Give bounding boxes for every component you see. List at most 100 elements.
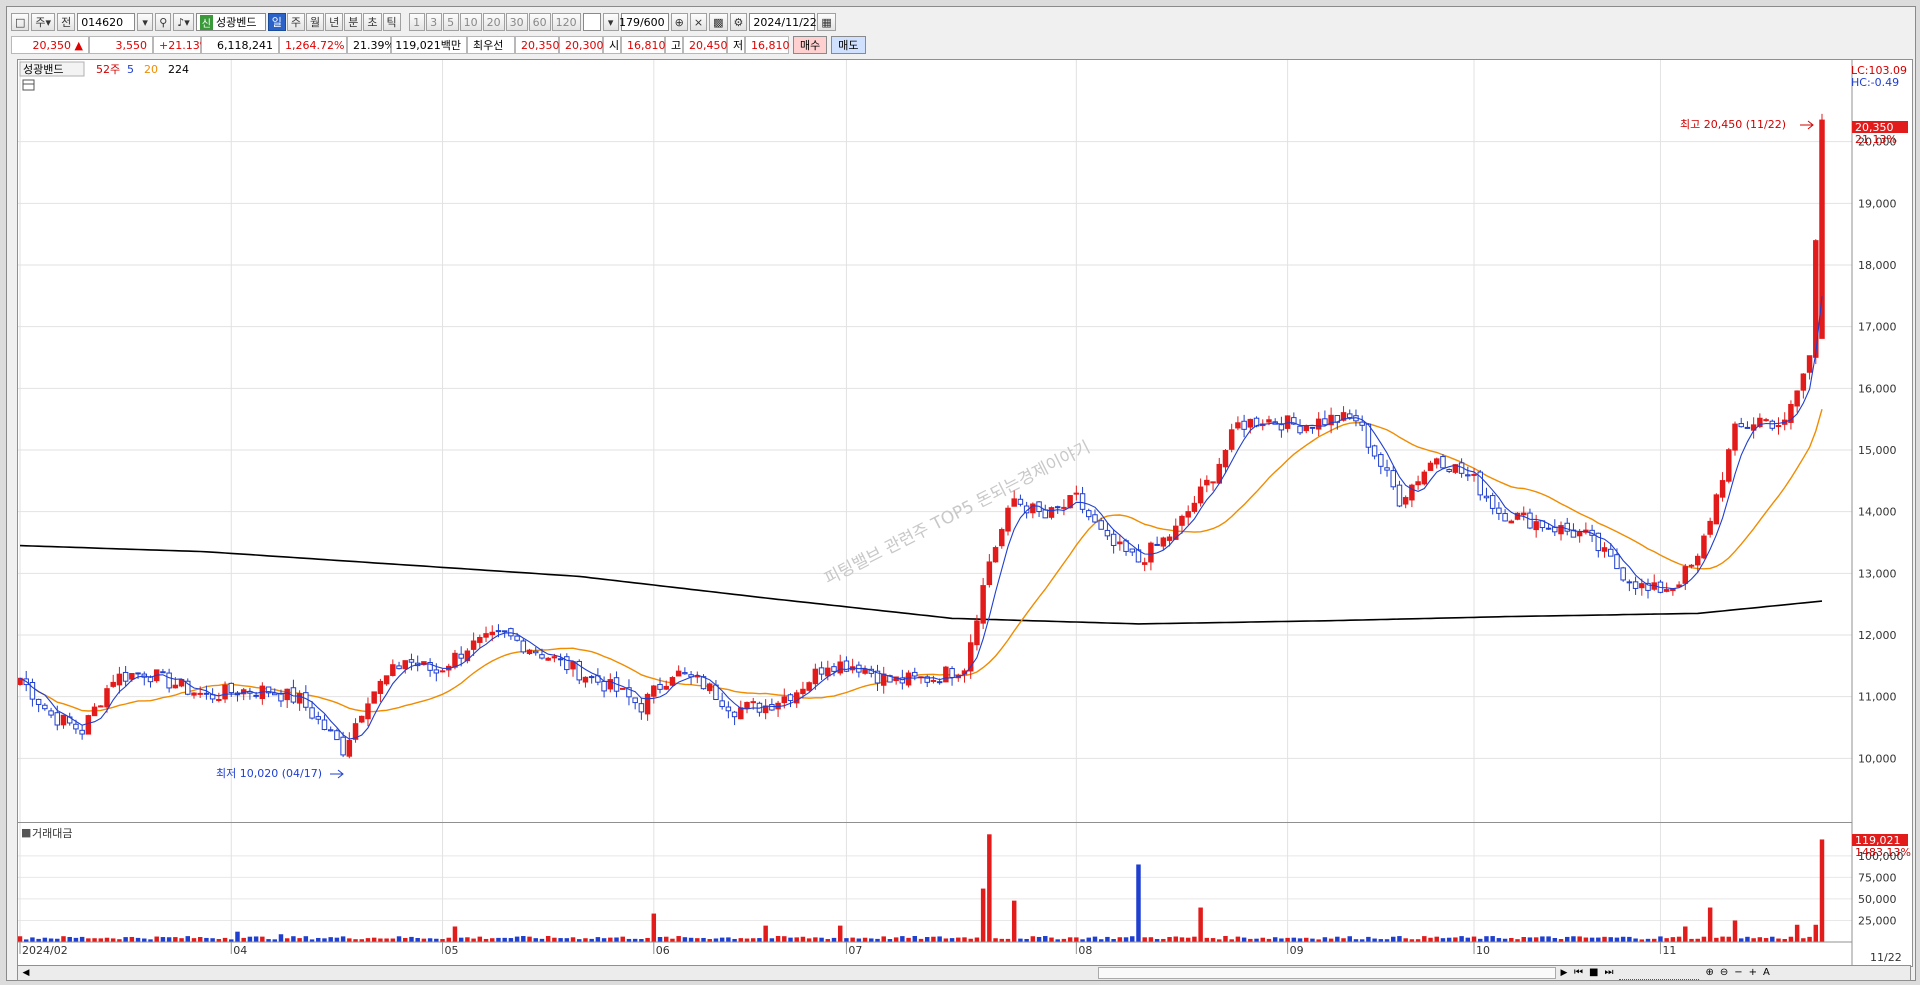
volume-bar — [850, 937, 855, 942]
period-tab-1[interactable]: 주 — [286, 13, 306, 31]
volume-bar — [1496, 938, 1502, 942]
search-icon[interactable]: ⚲ — [155, 13, 172, 31]
candle-body — [98, 705, 104, 708]
volume-bar — [1105, 936, 1110, 942]
hc-label: HC:-0.49 — [1851, 76, 1899, 89]
volume-bar — [1210, 938, 1216, 942]
volume-bar — [956, 937, 961, 942]
stop-icon[interactable]: ■ — [1589, 966, 1598, 980]
volume-bar — [676, 936, 681, 942]
candle-body — [1154, 543, 1160, 546]
zoom-in-icon[interactable]: ⊕ — [1705, 966, 1713, 980]
interval-tab-5[interactable]: 5 — [442, 13, 459, 31]
candle-body — [402, 660, 408, 670]
volume-bar — [1453, 937, 1458, 942]
candle-body — [1489, 495, 1496, 509]
save-icon[interactable]: ▩ — [709, 13, 728, 31]
sell-button[interactable]: 매도 — [831, 36, 866, 54]
interval-tab-1[interactable]: 1 — [408, 13, 425, 31]
zoom-icon[interactable]: ⊕ — [670, 13, 688, 31]
candle-body — [1427, 462, 1434, 471]
type-select[interactable]: 주 ▾ — [31, 13, 56, 31]
candle-body — [1527, 512, 1533, 529]
candle-body — [731, 711, 738, 718]
x-tick-label: 10 — [1476, 944, 1490, 957]
scroll-thumb[interactable] — [1098, 967, 1556, 979]
volume-bar — [1086, 937, 1092, 942]
table-toggle-icon[interactable] — [22, 79, 35, 91]
gear-icon[interactable]: ⚙ — [729, 13, 748, 31]
stock-code-input[interactable]: 014620 — [77, 13, 136, 31]
price-chart-svg[interactable]: 피팅밸브 관련주 TOP5 돈되는경제이야기 10,00011,00012,00… — [17, 60, 1912, 966]
candle-body — [601, 680, 607, 692]
interval-tab-60[interactable]: 60 — [528, 13, 551, 31]
stock-name-field[interactable]: 신 성광벤드 — [195, 13, 266, 31]
interval-input[interactable] — [582, 13, 601, 31]
calendar-icon[interactable]: ▦ — [817, 13, 836, 31]
buy-button[interactable]: 매수 — [793, 36, 828, 54]
period-tab-4[interactable]: 분 — [344, 13, 363, 31]
candle-body — [1309, 426, 1316, 429]
code-dropdown-icon[interactable]: ▾ — [137, 13, 154, 31]
volume-bar — [949, 938, 955, 942]
period-tab-0[interactable]: 일 — [267, 13, 286, 31]
candle-body — [800, 688, 806, 695]
period-tab-3[interactable]: 년 — [325, 13, 344, 31]
candle-body — [812, 668, 819, 685]
zoom-slider[interactable] — [1619, 966, 1700, 980]
candle-body — [1384, 467, 1390, 471]
candle-body — [216, 698, 222, 701]
market-button[interactable]: 전 — [57, 13, 76, 31]
font-size-icon[interactable]: A — [1763, 966, 1770, 980]
horizontal-scrollbar[interactable]: ◀ ▶ ⏮ ■ ⏭ ⊕ ⊖ − + A — [17, 965, 1911, 981]
candle-body — [1191, 502, 1198, 512]
date-input[interactable]: 2024/11/22 — [749, 13, 817, 31]
candle-body — [1222, 450, 1229, 468]
candle-body — [1632, 581, 1639, 589]
first-page-icon[interactable]: ⏮ — [1574, 966, 1583, 980]
plus-icon[interactable]: + — [1749, 966, 1757, 980]
chart-area[interactable]: 피팅밸브 관련주 TOP5 돈되는경제이야기 10,000 11,000 12,00… — [17, 59, 1913, 967]
count-field[interactable]: 179/600 — [619, 13, 669, 31]
candle-body — [508, 628, 514, 637]
volume-bar — [719, 937, 725, 942]
sound-icon[interactable]: ♪▾ — [173, 13, 194, 31]
volume-bar — [135, 937, 141, 942]
type-select-label: 주 — [35, 16, 46, 29]
window-icon[interactable]: □ — [11, 13, 30, 31]
volume-panel-title: 거래대금 — [32, 827, 72, 840]
volume-bar — [98, 938, 104, 942]
volume-bar — [558, 938, 563, 942]
volume-bars — [17, 834, 1825, 942]
volume-bar — [763, 925, 768, 942]
volume-bar — [1173, 936, 1179, 942]
interval-dropdown-icon[interactable]: ▾ — [602, 13, 619, 31]
volume-bar — [1241, 937, 1247, 942]
volume-bar — [247, 936, 253, 942]
interval-tab-10[interactable]: 10 — [459, 13, 482, 31]
interval-tab-120[interactable]: 120 — [551, 13, 581, 31]
volume-bar — [688, 937, 694, 942]
zoom-out-icon[interactable]: ⊖ — [1720, 966, 1728, 980]
candle-body — [936, 681, 943, 684]
interval-tab-20[interactable]: 20 — [482, 13, 505, 31]
legend-item: 52주 — [96, 63, 120, 76]
volume-bar — [682, 937, 688, 942]
period-tab-6[interactable]: 틱 — [382, 13, 401, 31]
volume-bar — [1422, 936, 1427, 942]
period-tab-2[interactable]: 월 — [306, 13, 325, 31]
candle-body — [91, 706, 98, 717]
interval-tab-30[interactable]: 30 — [505, 13, 528, 31]
volume-bar — [775, 935, 781, 942]
last-page-icon[interactable]: ⏭ — [1604, 966, 1613, 980]
cross-icon[interactable]: ⨯ — [689, 13, 708, 31]
minus-icon[interactable]: − — [1734, 966, 1742, 980]
volume-bar — [1484, 936, 1489, 942]
candle-body — [682, 672, 688, 675]
scroll-left-icon[interactable]: ◀ — [20, 967, 32, 979]
interval-tab-3[interactable]: 3 — [425, 13, 442, 31]
period-tab-5[interactable]: 초 — [363, 13, 382, 31]
price-value: 20,350 — [32, 38, 72, 52]
candle-body — [1204, 479, 1210, 486]
scroll-right-icon[interactable]: ▶ — [1558, 967, 1570, 979]
